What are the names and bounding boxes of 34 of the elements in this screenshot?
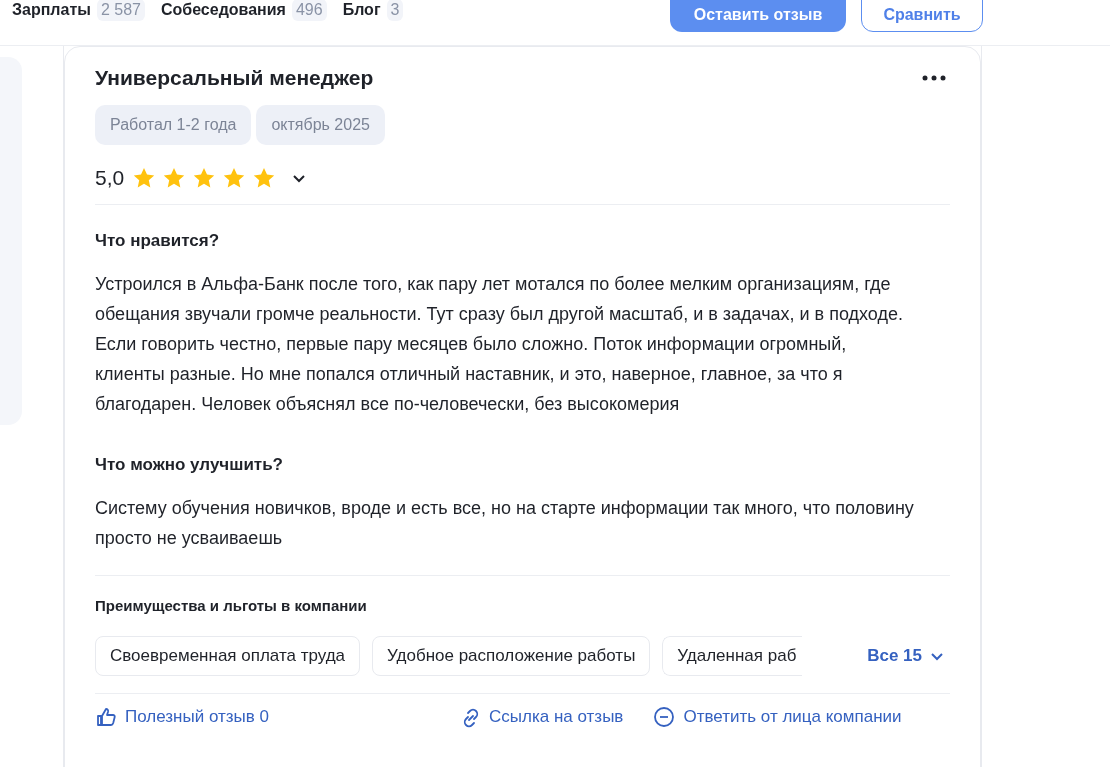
benefit-chip: Своевременная оплата труда <box>95 636 361 676</box>
footer-link[interactable]: Ссылка на отзыв <box>459 706 624 728</box>
star-icon <box>222 166 247 190</box>
benefit-chip: Удобное расположение работы <box>372 636 651 676</box>
reply-icon <box>653 706 676 728</box>
count-badge: 2 587 <box>96 0 145 21</box>
footer-link[interactable]: Ответить от лица компании <box>653 706 902 728</box>
nav-tab[interactable]: Блог <box>342 1 381 19</box>
tag: Работал 1-2 года <box>95 105 252 145</box>
rating-score: 5,0 <box>95 166 125 190</box>
more-icon[interactable] <box>922 75 946 81</box>
count-badge: 3 <box>386 0 404 21</box>
review-title: Универсальный менеджер <box>95 66 374 90</box>
leave-review-button[interactable]: Оставить отзыв <box>670 0 846 32</box>
benefit-chip: Удаленная раб <box>662 636 803 676</box>
nav-tab[interactable]: Зарплаты <box>12 1 91 19</box>
section-heading: Что нравится? <box>95 231 221 251</box>
star-icon <box>132 166 157 190</box>
star-icon <box>192 166 217 190</box>
compare-button[interactable]: Сравнить <box>861 0 983 32</box>
review-text: Систему обучения новичков, вроде и есть все, но на старте информации так много, что половину просто не усваиваешь <box>95 497 915 550</box>
tag: октябрь 2025 <box>256 105 385 145</box>
review-text: Устроился в Альфа-Банк после того, как пару лет мотался по более мелким организациям, где обещания звучали громче реальности. Тут сразу был другой масштаб, и в задачах, и в подходе. Если говорить честно, первые пару месяцев было сложно. Поток информации огромный, клиенты разные. Но мне попался отличный наставник, и это, наверное, главное, за что я благодарен. Человек объяснял все по-человечески, без высокомерия <box>95 273 904 416</box>
count-badge: 496 <box>291 0 327 21</box>
like-icon <box>95 706 117 728</box>
chevron-down-icon <box>930 651 944 661</box>
star-icon <box>252 166 277 190</box>
star-icon <box>162 166 187 190</box>
footer-link[interactable]: Полезный отзыв 0 <box>95 706 269 728</box>
section-heading: Что можно улучшить? <box>95 455 284 475</box>
chevron-down-icon[interactable] <box>292 173 307 183</box>
benefits-heading: Преимущества и льготы в компании <box>95 575 950 614</box>
nav-tab[interactable]: Собеседования <box>160 1 286 19</box>
show-all-button[interactable]: Все 15 <box>867 646 944 666</box>
